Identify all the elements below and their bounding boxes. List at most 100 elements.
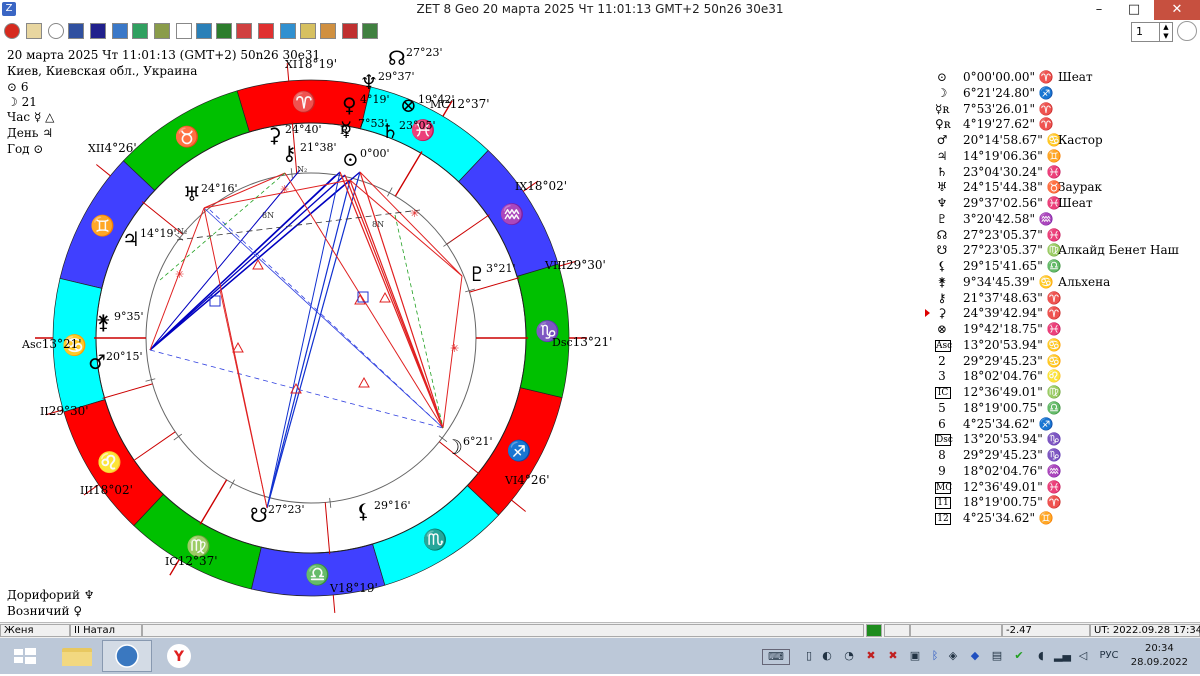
position-row[interactable]: ⚳ 24°39'42.94" ♈ (930, 306, 1200, 322)
house-label-degree: 18°19' (338, 581, 378, 595)
taskbar-clock[interactable]: 20:34 28.09.2022 (1131, 642, 1188, 670)
position-row[interactable]: 8 29°29'45.23" ♑ (930, 448, 1200, 464)
position-row[interactable]: ♇ 3°20'42.58" ♒ (930, 212, 1200, 228)
tray-icon-g[interactable]: ◈ (946, 649, 960, 663)
position-row[interactable]: IC 12°36'49.01" ♍ (930, 385, 1200, 401)
status-person: Женя (0, 624, 70, 637)
volume-icon[interactable]: ◁ (1076, 649, 1090, 663)
zoom-icon[interactable] (1177, 21, 1197, 41)
position-row[interactable]: Dsc 13°20'53.94" ♑ (930, 432, 1200, 448)
position-row[interactable]: ♂ 20°14'58.67" ♋ Кастор (930, 133, 1200, 149)
house-label-name: II (40, 405, 49, 418)
position-row[interactable]: ♆ 29°37'02.56" ♓ Шеат (930, 196, 1200, 212)
grid-icon[interactable] (112, 23, 128, 39)
people-icon[interactable] (362, 23, 378, 39)
position-row[interactable]: ♀ʀ 4°19'27.62" ♈ (930, 117, 1200, 133)
spinner-up-icon[interactable]: ▲ (1159, 23, 1172, 32)
tray-icon-a[interactable]: ▯ (802, 649, 816, 663)
language-indicator[interactable]: РУС (1098, 649, 1120, 663)
sky-icon[interactable] (280, 23, 296, 39)
position-row[interactable]: ♃ 14°19'06.36" ♊ (930, 149, 1200, 165)
house-label-name: VI (504, 474, 517, 487)
position-row[interactable]: ☿ʀ 7°53'26.01" ♈ (930, 102, 1200, 118)
aspects-icon[interactable] (216, 23, 232, 39)
yandex-taskbar-button[interactable]: Y (154, 640, 204, 672)
minimize-button[interactable]: – (1082, 0, 1116, 20)
body-position: 12°36'49.01" ♓ (963, 479, 1062, 494)
map-icon[interactable] (154, 23, 170, 39)
position-row[interactable]: 6 4°25'34.62" ♐ (930, 417, 1200, 433)
body-position: 0°00'00.00" ♈ (963, 70, 1054, 84)
planet-glyph: ⚳ (267, 123, 282, 147)
position-row[interactable]: ♅ 24°15'44.38" ♉ Заурак (930, 180, 1200, 196)
status-slot-a (884, 624, 910, 637)
tray-icon-c[interactable]: ◔ (842, 649, 856, 663)
position-row[interactable]: ⚷ 21°37'48.63" ♈ (930, 291, 1200, 307)
position-row[interactable]: ⚵ 9°34'45.39" ♋ Альхена (930, 275, 1200, 291)
planet-glyph: ⊙ (342, 147, 359, 171)
close-button[interactable]: ✕ (1154, 0, 1200, 20)
planet-glyph: ♃ (122, 227, 140, 251)
body-symbol: 3 (938, 369, 946, 384)
position-row[interactable]: Asc 13°20'53.94" ♋ (930, 338, 1200, 354)
position-row[interactable]: 12 4°25'34.62" ♊ (930, 511, 1200, 527)
body-symbol: MC (935, 481, 953, 494)
position-row[interactable]: 3 18°02'04.76" ♌ (930, 369, 1200, 385)
table-icon[interactable] (132, 23, 148, 39)
tray-icon-d[interactable]: ✖ (864, 649, 878, 663)
signal-icon[interactable]: ▂▄ (1054, 649, 1071, 663)
body-position: 24°39'42.94" ♈ (963, 306, 1062, 321)
position-row[interactable]: ☊ 27°23'05.37" ♓ (930, 228, 1200, 244)
chart-icon[interactable] (90, 23, 106, 39)
gear-icon[interactable] (4, 23, 20, 39)
window-title: ZET 8 Geo 20 марта 2025 Чт 11:01:13 GMT+… (416, 2, 784, 16)
document-icon[interactable] (26, 23, 42, 39)
position-row[interactable]: 5 18°19'00.75" ♎ (930, 401, 1200, 417)
body-symbol: 9 (938, 463, 946, 478)
position-row[interactable]: 2 29°29'45.23" ♋ (930, 354, 1200, 370)
bluetooth-icon[interactable]: ᛒ (928, 649, 942, 663)
graph-icon[interactable] (300, 23, 316, 39)
report-icon[interactable] (236, 23, 252, 39)
start-button[interactable] (0, 640, 50, 672)
calendar-icon[interactable] (68, 23, 84, 39)
status-empty (142, 624, 864, 637)
tray-icon-e[interactable]: ✖ (886, 649, 900, 663)
position-row[interactable]: ☋ 27°23'05.37" ♍ Алкайд Бенет Наш (930, 243, 1200, 259)
trine-glyph (232, 341, 244, 353)
position-row[interactable]: 11 18°19'00.75" ♈ (930, 495, 1200, 511)
tray-icon-j[interactable]: ✔ (1012, 649, 1026, 663)
keyboard-icon[interactable]: ⌨ (762, 649, 790, 665)
aspect-line (266, 171, 341, 509)
natal-chart-wheel[interactable]: ♈♉♊♋♌♍♎♏♐♑♒♓ ✳✳✳✳ XII4°26'XI18°19'MC12°3… (0, 40, 640, 620)
compass-icon[interactable] (176, 23, 192, 39)
position-row[interactable]: ☽ 6°21'24.80" ♐ (930, 86, 1200, 102)
number-spinner[interactable]: 1 ▲ ▼ (1131, 22, 1173, 42)
maximize-button[interactable]: □ (1117, 0, 1151, 20)
position-row[interactable]: ⚸ 29°15'41.65" ♎ (930, 259, 1200, 275)
position-row[interactable]: 9 18°02'04.76" ♒ (930, 464, 1200, 480)
explorer-taskbar-button[interactable] (52, 640, 102, 672)
tools-icon[interactable] (320, 23, 336, 39)
star-icon[interactable] (258, 23, 274, 39)
tray-icon-i[interactable]: ▤ (990, 649, 1004, 663)
position-row[interactable]: ♄ 23°04'30.24" ♓ (930, 165, 1200, 181)
spinner-down-icon[interactable]: ▼ (1159, 32, 1172, 41)
house-label-degree: 12°37' (178, 554, 218, 568)
body-symbol: ♅ (936, 180, 948, 195)
position-row[interactable]: ⊗ 19°42'18.75" ♓ (930, 322, 1200, 338)
body-symbol: 5 (938, 400, 946, 415)
sextile-glyph: ✳ (410, 207, 419, 220)
position-row[interactable]: ⊙ 0°00'00.00" ♈ Шеат (930, 70, 1200, 86)
tray-icon-b[interactable]: ◐ (820, 649, 834, 663)
tray-icon-h[interactable]: ◆ (968, 649, 982, 663)
settings-icon[interactable] (342, 23, 358, 39)
zet-taskbar-button[interactable] (102, 640, 152, 672)
house-label: III18°02' (80, 483, 133, 497)
transit-icon[interactable] (196, 23, 212, 39)
tray-icon-k[interactable]: ◖ (1034, 649, 1048, 663)
position-row[interactable]: MC 12°36'49.01" ♓ (930, 480, 1200, 496)
globe-icon[interactable] (48, 23, 64, 39)
planet-glyph: ♇ (468, 262, 486, 286)
tray-icon-f[interactable]: ▣ (908, 649, 922, 663)
